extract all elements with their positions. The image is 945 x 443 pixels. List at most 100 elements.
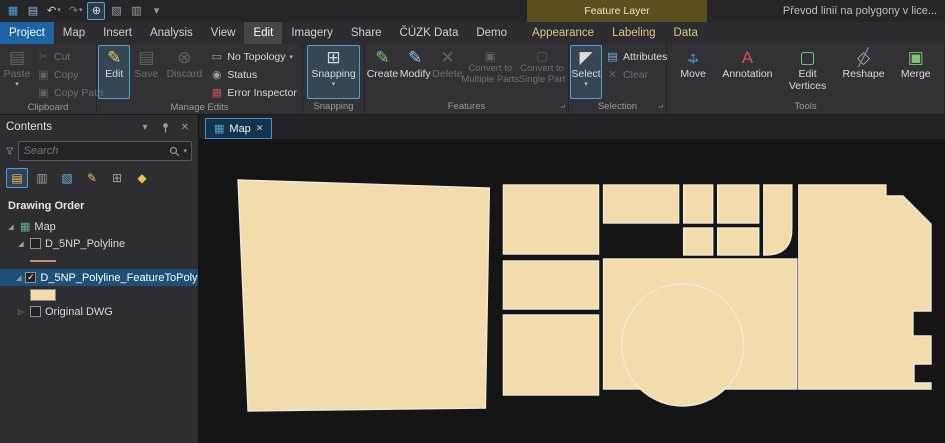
ribbon-tab-map[interactable]: Map: [54, 22, 94, 44]
symbol-line[interactable]: [0, 252, 198, 269]
qat-button-redo-icon[interactable]: ↷ ▾: [66, 2, 86, 20]
panel-close-icon[interactable]: ✕: [178, 122, 192, 133]
map-feature-room-f[interactable]: [716, 184, 760, 224]
ribbon-tab-imagery[interactable]: Imagery: [282, 22, 342, 44]
map-feature-room-g[interactable]: [682, 227, 714, 256]
move-button[interactable]: ↔ ↕ Move: [676, 45, 710, 99]
annotation-button[interactable]: A Annotation: [718, 45, 776, 99]
content-area: Contents ▾ ✕ ▾ ▤▥▧✎⊞◆ Drawing Order ◢▦Ma…: [0, 115, 945, 443]
polygon-symbol-swatch[interactable]: [30, 288, 56, 301]
snapping-button[interactable]: ⊞ Snapping ▾: [307, 45, 360, 99]
layer-label: Original DWG: [45, 305, 113, 318]
collapse-icon[interactable]: ◢: [6, 223, 16, 231]
qat-button-project-icon[interactable]: ▦: [4, 2, 22, 20]
map-feature-room-c[interactable]: [502, 314, 600, 396]
list-by-editing-button[interactable]: ✎: [81, 168, 103, 188]
qat-button-locate-tool-icon[interactable]: ▥: [127, 2, 145, 20]
ribbon-tab-view[interactable]: View: [202, 22, 245, 44]
collapse-icon[interactable]: ◢: [16, 240, 26, 248]
map-canvas[interactable]: [199, 139, 945, 443]
paste-button[interactable]: ▤ Paste ▾: [1, 45, 33, 99]
map-view-tab[interactable]: ▦ Map ✕: [205, 118, 273, 139]
modify-button[interactable]: ✎ Modify: [399, 45, 431, 99]
clear-button[interactable]: ✕ Clear: [602, 66, 671, 83]
pin-icon[interactable]: [158, 122, 172, 133]
ribbon-tab-demo[interactable]: Demo: [467, 22, 516, 44]
map-feature-hall-round[interactable]: [620, 283, 745, 407]
layer-tree: ◢ ▦ Map ◢ D_5NP_Polyline ◢ ✓ D_5NP_Polyline_Fea…: [0, 218, 198, 443]
ribbon-tab-data[interactable]: Data: [665, 22, 707, 44]
map-tab-label: Map: [229, 122, 251, 135]
layer-row-d-5np-polyline[interactable]: ◢ D_5NP_Polyline: [0, 235, 198, 252]
dialog-launcher-icon[interactable]: ⌐: [658, 102, 663, 112]
search-icon[interactable]: [169, 146, 180, 157]
layer-row-original-dwg[interactable]: ▷ Original DWG: [0, 303, 198, 320]
qat-button-measure-tool-icon[interactable]: ▧: [107, 2, 125, 20]
layer-visibility-checkbox[interactable]: [30, 238, 41, 249]
delete-button[interactable]: ✕ Delete: [431, 45, 463, 99]
select-button[interactable]: ◤ Select ▾: [570, 45, 602, 99]
ribbon-tab-labeling[interactable]: Labeling: [603, 22, 664, 44]
copy-path-button[interactable]: ▣ Copy Path: [33, 84, 107, 101]
expand-icon[interactable]: ▷: [16, 308, 26, 316]
copy-button[interactable]: ▣ Copy: [33, 66, 107, 83]
reshape-button[interactable]: ◇ ╱ Reshape: [839, 45, 889, 99]
discard-button[interactable]: ⊗ Discard: [163, 45, 207, 99]
redo-icon: ↷: [68, 5, 78, 17]
map-feature-room-d[interactable]: [602, 184, 680, 224]
quick-access-toolbar: ▦ ▤ ↶ ▾ ↷ ▾ ⊕ ▧ ▥ ▾: [0, 0, 165, 22]
ribbon-tab-appearance[interactable]: Appearance: [523, 22, 603, 44]
search-options-caret-icon[interactable]: ▾: [183, 147, 187, 155]
ribbon-tab-analysis[interactable]: Analysis: [141, 22, 202, 44]
list-by-snapping-button[interactable]: ⊞: [106, 168, 128, 188]
merge-button[interactable]: ▣ Merge: [897, 45, 935, 99]
search-input[interactable]: [23, 145, 167, 157]
dropdown-caret-icon: ▾: [289, 53, 294, 61]
attributes-button[interactable]: ▤ Attributes: [602, 48, 671, 65]
layer-visibility-checkbox[interactable]: ✓: [25, 272, 37, 283]
convert-to-multiple-parts-button[interactable]: ▣ Convert to Multiple Parts: [461, 45, 519, 99]
ribbon-group-manage-edits: ✎ Edit ▤ Save ⊗ Discard ▭ No Topology ▾ ◉ Status ▦ E…: [97, 44, 303, 114]
map-feature-room-e[interactable]: [682, 184, 714, 224]
filter-icon[interactable]: [6, 145, 14, 157]
layer-row-d-5np-polyline-featuretopolygon[interactable]: ◢ ✓D_5NP_Polyline_FeatureToPolygon: [0, 269, 198, 286]
save-button[interactable]: ▤ Save: [130, 45, 162, 99]
status-button[interactable]: ◉ Status: [206, 66, 300, 83]
convert-to-single-part-button[interactable]: ▢ Convert to Single Part: [517, 45, 567, 99]
collapse-icon[interactable]: ◢: [16, 274, 21, 282]
map-tab-close-icon[interactable]: ✕: [256, 123, 264, 134]
list-by-labeling-button[interactable]: ◆: [131, 168, 153, 188]
ribbon-tab-insert[interactable]: Insert: [94, 22, 141, 44]
contextual-tab-group-header[interactable]: Feature Layer: [527, 0, 707, 22]
ribbon-tab-zk-data[interactable]: ČÚZK Data: [391, 22, 468, 44]
qat-button-undo-icon[interactable]: ↶ ▾: [44, 2, 64, 20]
create-button[interactable]: ✎ Create: [366, 45, 399, 99]
ribbon-tab-share[interactable]: Share: [342, 22, 391, 44]
cut-button[interactable]: ✂ Cut: [33, 48, 107, 65]
map-feature-room-i[interactable]: [763, 184, 793, 256]
symbol-fill[interactable]: [0, 286, 198, 303]
list-by-drawing-order-button[interactable]: ▤: [6, 168, 28, 188]
dialog-launcher-icon[interactable]: ⌐: [560, 102, 565, 112]
qat-button-explore-tool-icon[interactable]: ⊕: [87, 2, 106, 20]
list-by-data-source-button[interactable]: ▥: [31, 168, 53, 188]
map-feature-room-b[interactable]: [502, 260, 600, 310]
panel-menu-icon[interactable]: ▾: [138, 122, 152, 133]
qat-button-customize-quick-access-icon[interactable]: ▾: [147, 2, 165, 20]
save-project-icon: ▤: [27, 5, 39, 17]
ribbon-tab-edit[interactable]: Edit: [244, 22, 283, 44]
map-feature-parcel-left[interactable]: [237, 179, 491, 412]
error-inspector-button[interactable]: ▦ Error Inspector: [206, 84, 300, 101]
map-feature-parcel-right[interactable]: [798, 184, 932, 390]
no-topology-button[interactable]: ▭ No Topology ▾: [206, 48, 300, 65]
map-feature-room-a[interactable]: [502, 184, 600, 255]
edit-button[interactable]: ✎ Edit: [98, 45, 131, 99]
map-feature-room-h[interactable]: [716, 227, 760, 256]
list-by-selection-button[interactable]: ▧: [56, 168, 78, 188]
edit-vertices-button[interactable]: ▢ Edit Vertices: [785, 45, 830, 99]
ribbon-tab-project[interactable]: Project: [0, 22, 54, 44]
layer-row-map[interactable]: ◢ ▦ Map: [0, 218, 198, 235]
layer-visibility-checkbox[interactable]: [30, 306, 41, 317]
qat-button-save-project-icon[interactable]: ▤: [24, 2, 42, 20]
line-symbol-swatch[interactable]: [30, 259, 56, 262]
